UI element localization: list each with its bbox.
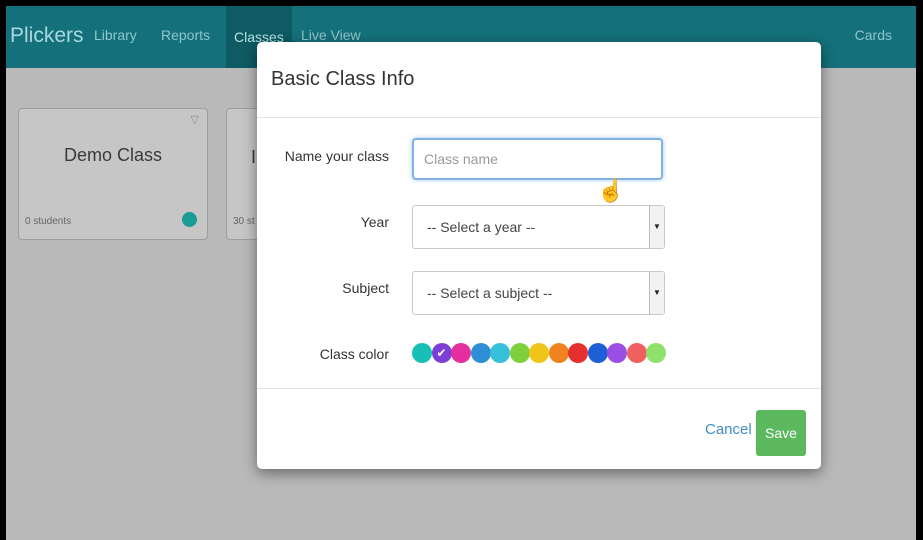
basic-class-info-dialog: Basic Class Info Name your class Year --…: [257, 42, 821, 469]
color-swatch[interactable]: [529, 343, 549, 363]
nav-live-view[interactable]: Live View: [301, 27, 361, 43]
color-swatch[interactable]: [646, 343, 666, 363]
class-card-title: I: [251, 147, 257, 167]
select-arrow-icon[interactable]: ▼: [649, 272, 664, 314]
year-selected-value: -- Select a year --: [427, 219, 536, 235]
save-button[interactable]: Save: [756, 410, 806, 456]
brand-logo[interactable]: Plickers: [10, 24, 84, 48]
color-swatch[interactable]: [451, 343, 471, 363]
select-arrow-icon[interactable]: ▼: [649, 206, 664, 248]
nav-reports[interactable]: Reports: [161, 27, 210, 43]
color-swatch[interactable]: [587, 343, 608, 363]
class-name-label: Name your class: [284, 148, 389, 164]
nav-library[interactable]: Library: [94, 27, 137, 43]
class-name-input[interactable]: [412, 138, 663, 180]
year-select[interactable]: -- Select a year -- ▼: [412, 205, 665, 249]
subject-select[interactable]: -- Select a subject -- ▼: [412, 271, 665, 315]
color-swatch[interactable]: [626, 343, 647, 363]
class-card-demo[interactable]: ▽ Demo Class 0 students: [18, 108, 208, 240]
class-color-label: Class color: [319, 346, 389, 362]
color-swatch[interactable]: [607, 343, 627, 363]
cancel-button[interactable]: Cancel: [705, 421, 752, 438]
color-swatch-selected[interactable]: ✔: [431, 343, 452, 363]
dialog-title: Basic Class Info: [271, 68, 415, 90]
year-label: Year: [360, 214, 389, 230]
nav-cards[interactable]: Cards: [855, 27, 892, 43]
subject-selected-value: -- Select a subject --: [427, 285, 553, 301]
color-swatch[interactable]: [470, 343, 491, 363]
color-swatch[interactable]: [490, 343, 510, 363]
class-color-dot: [182, 212, 197, 227]
class-card-student-count: 30 st: [233, 216, 255, 227]
dialog-footer-divider: [257, 388, 821, 389]
color-swatch[interactable]: [412, 343, 432, 363]
class-card-student-count: 0 students: [25, 216, 72, 227]
chevron-down-icon[interactable]: ▽: [191, 113, 199, 126]
dialog-header: Basic Class Info: [257, 42, 821, 118]
hand-pointer-cursor-icon: ☝: [597, 178, 625, 203]
subject-label: Subject: [342, 280, 389, 296]
color-swatch[interactable]: [548, 343, 569, 363]
color-swatch[interactable]: [568, 343, 588, 363]
class-card-title: Demo Class: [63, 145, 163, 165]
color-swatch[interactable]: [509, 343, 530, 363]
app-window: Plickers Library Reports Classes Live Vi…: [6, 6, 916, 540]
